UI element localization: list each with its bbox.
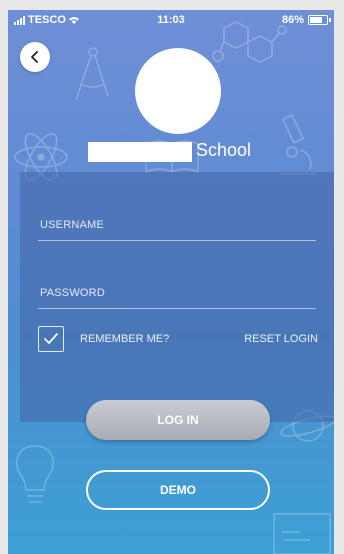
lightbulb-doodle-icon: [16, 445, 54, 503]
password-field-container: [38, 276, 320, 309]
login-button[interactable]: LOG IN: [86, 400, 270, 440]
formula-board-doodle-icon: [273, 513, 331, 554]
chevron-left-icon: [31, 51, 38, 63]
password-input[interactable]: [38, 282, 320, 304]
reset-login-link[interactable]: RESET LOGIN: [244, 333, 318, 345]
back-button[interactable]: [20, 42, 50, 72]
remember-row: REMEMBER ME? RESET LOGIN: [38, 326, 318, 354]
status-right: 86%: [281, 14, 331, 26]
redacted-school-name: [88, 142, 192, 162]
login-form-panel: REMEMBER ME? RESET LOGIN: [20, 172, 334, 422]
school-suffix-label: School: [196, 140, 252, 160]
username-input[interactable]: [38, 214, 320, 236]
compass-doodle-icon: [75, 47, 109, 101]
login-screen: TESCO 11:03 86% School USERNAME REMEMBER…: [8, 10, 334, 554]
battery-icon: [308, 15, 331, 25]
battery-percent: 86%: [281, 14, 304, 26]
username-field-container: [38, 208, 320, 241]
battery-level-fill: [310, 17, 323, 23]
remember-me-label[interactable]: REMEMBER ME?: [80, 333, 169, 345]
microscope-doodle-icon: [280, 114, 316, 175]
remember-me-checkbox[interactable]: [38, 326, 64, 352]
school-logo: [135, 48, 221, 134]
checkmark-icon: [44, 333, 58, 344]
device-frame: TESCO 11:03 86% School USERNAME REMEMBER…: [0, 0, 344, 554]
demo-button[interactable]: DEMO: [86, 470, 270, 510]
status-bar: TESCO 11:03 86%: [8, 10, 334, 30]
